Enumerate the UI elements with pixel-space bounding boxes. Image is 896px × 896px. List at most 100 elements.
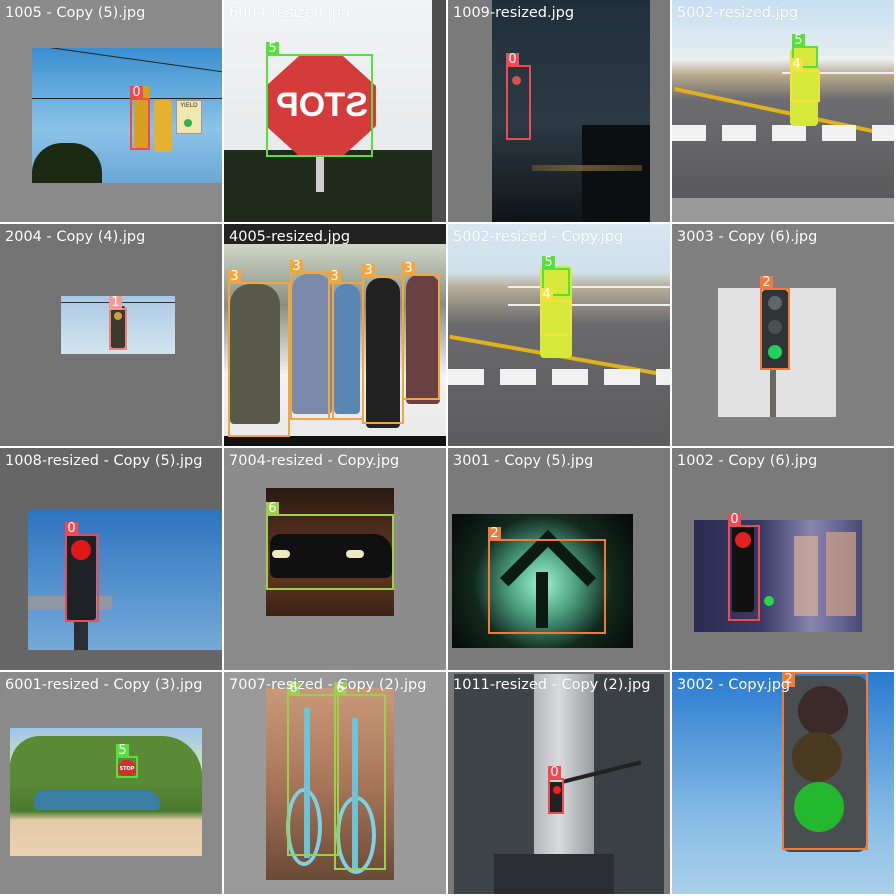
tile-filename: 1002 - Copy (6).jpg [677,453,818,469]
tile-6001-resized-copy-3[interactable]: STOP 5 6001-resized - Copy (3).jpg [0,672,222,894]
tile-5002-resized-copy[interactable]: 5 4 5002-resized - Copy.jpg [448,224,670,446]
bbox-label: 1 [109,296,122,310]
green-light [764,596,774,606]
trees [10,736,202,786]
trees [224,150,432,222]
bbox-label: 5 [542,256,555,270]
yield-sign: YIELD [176,100,202,134]
tile-3002-copy[interactable]: 2 3002 - Copy.jpg [672,672,894,894]
bbox-class-6: 6 [287,682,339,856]
bbox-class-2: 2 [760,276,790,370]
building [494,854,614,894]
bbox-class-0: 0 [548,766,564,814]
bbox-label: 4 [790,58,803,72]
tile-1002-copy-6[interactable]: 0 1002 - Copy (6).jpg [672,448,894,670]
tile-1005-copy-5[interactable]: YIELD 0 1005 - Copy (5).jpg [0,0,222,222]
bbox-class-2: 2 [782,672,868,850]
bokeh-lights [826,532,856,616]
bbox-class-3: 3 [228,270,290,437]
bbox-label: 6 [266,502,279,516]
bbox-class-0: 0 [65,522,99,622]
tile-image: YIELD [32,48,222,183]
bbox-class-3: 3 [402,262,440,400]
tile-image: STOP [10,728,202,856]
yield-sign-text: YIELD [180,102,198,109]
green-light [184,119,192,127]
tile-filename: 1011-resized - Copy (2).jpg [453,677,651,693]
bottom-bar [224,436,446,446]
bbox-class-6: 6 [334,682,386,870]
tile-filename: 1009-resized.jpg [453,5,575,21]
bbox-class-4: 4 [790,58,820,102]
bbox-class-0: 0 [728,513,760,621]
crosswalk-stripes [672,125,894,141]
tile-6004-resized[interactable]: STOP 5 6004-resized.jpg [224,0,446,222]
tile-3003-copy-6[interactable]: 2 3003 - Copy (6).jpg [672,224,894,446]
bbox-label: 2 [488,527,501,541]
bbox-label: 2 [760,276,773,290]
bbox-label: 3 [290,260,303,274]
bbox-label: 4 [540,288,553,302]
bbox-label: 3 [228,270,241,284]
bbox-label: 0 [506,53,519,67]
traffic-light-housing [154,100,172,152]
crosswalk-stripes [448,369,670,385]
tile-5002-resized[interactable]: 5 4 5002-resized.jpg [672,0,894,222]
bbox-label: 0 [65,522,78,536]
tile-filename: 6004-resized.jpg [229,5,351,21]
tile-1008-resized-copy-5[interactable]: 0 1008-resized - Copy (5).jpg [0,448,222,670]
bbox-class-0: 0 [506,53,531,140]
power-lines [32,48,222,73]
tile-image [28,510,222,650]
tile-image [694,520,862,632]
bbox-class-5: 5 [266,42,373,157]
trees [32,143,102,183]
bbox-label: 3 [402,262,415,276]
tile-filename: 4005-resized.jpg [229,229,351,245]
bbox-label: 3 [362,264,375,278]
car [34,790,160,810]
tile-filename: 1005 - Copy (5).jpg [5,5,146,21]
fence [508,286,670,306]
tile-image [672,0,894,198]
bbox-label: 5 [792,34,805,48]
tile-filename: 7007-resized - Copy (2).jpg [229,677,427,693]
tile-7004-resized-copy[interactable]: 6 7004-resized - Copy.jpg [224,448,446,670]
bbox-class-6: 6 [266,502,394,590]
power-lines [32,98,222,99]
mosaic-grid: YIELD 0 1005 - Copy (5).jpg STOP 5 6004-… [0,0,896,896]
tile-2004-copy-4[interactable]: 1 2004 - Copy (4).jpg [0,224,222,446]
tile-filename: 3002 - Copy.jpg [677,677,791,693]
bbox-class-3: 3 [328,270,364,420]
tile-filename: 5002-resized - Copy.jpg [453,229,624,245]
tile-filename: 3001 - Copy (5).jpg [453,453,594,469]
tile-3001-copy-5[interactable]: 2 3001 - Copy (5).jpg [448,448,670,670]
bbox-class-2: 2 [488,527,606,634]
tile-1009-resized[interactable]: 0 1009-resized.jpg [448,0,670,222]
tile-filename: 6001-resized - Copy (3).jpg [5,677,203,693]
bbox-class-1: 1 [109,296,127,350]
city-skyline [582,125,650,222]
bokeh-lights [794,536,818,616]
tile-filename: 2004 - Copy (4).jpg [5,229,146,245]
dark-border [432,0,446,222]
bbox-label: 3 [328,270,341,284]
pole [74,620,88,650]
tile-filename: 5002-resized.jpg [677,5,799,21]
tile-filename: 7004-resized - Copy.jpg [229,453,400,469]
tile-filename: 3003 - Copy (6).jpg [677,229,818,245]
tile-4005-resized[interactable]: 3 3 3 3 3 4005-resized.jpg [224,224,446,446]
bbox-class-5: 5 [116,744,138,778]
bbox-class-3: 3 [362,264,404,424]
bbox-label: 0 [130,86,143,100]
pole [770,370,776,417]
bbox-class-4: 4 [540,288,572,336]
bbox-label: 5 [266,42,279,56]
tile-7007-resized-copy-2[interactable]: 6 6 7007-resized - Copy (2).jpg [224,672,446,894]
bbox-class-0: 0 [130,86,150,150]
tile-filename: 1008-resized - Copy (5).jpg [5,453,203,469]
tile-1011-resized-copy-2[interactable]: 0 1011-resized - Copy (2).jpg [448,672,670,894]
bbox-label: 0 [728,513,741,527]
city-lights [532,165,642,171]
bbox-label: 0 [548,766,561,780]
